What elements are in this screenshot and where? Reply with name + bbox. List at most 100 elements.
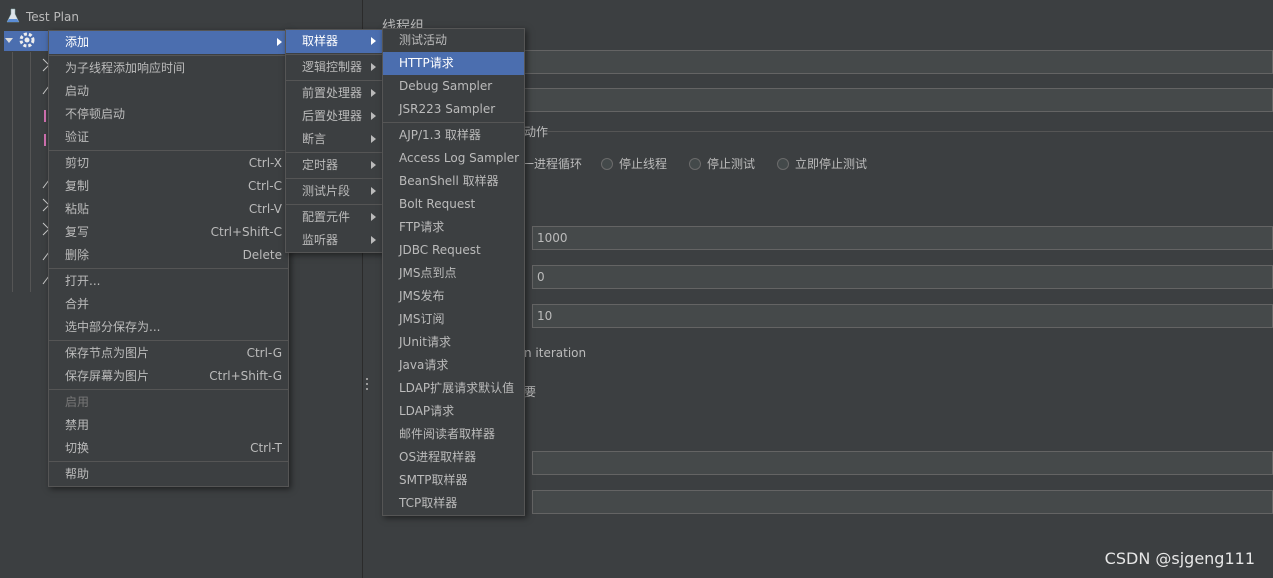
startup-delay-field[interactable] xyxy=(532,490,1273,514)
add-menu-item[interactable]: 测试片段 xyxy=(286,180,382,203)
menu-item-label: 选中部分保存为... xyxy=(65,320,161,334)
sampler-menu-item[interactable]: JMS订阅 xyxy=(383,308,524,331)
sampler-menu-item[interactable]: JUnit请求 xyxy=(383,331,524,354)
menu-item-label: 取样器 xyxy=(302,34,339,48)
menu-item-label: 监听器 xyxy=(302,233,339,247)
context-menu-item[interactable]: 选中部分保存为... xyxy=(49,316,288,339)
add-menu-item[interactable]: 配置元件 xyxy=(286,206,382,229)
menu-item-label: 逻辑控制器 xyxy=(302,60,363,74)
menu-item-label: 粘贴 xyxy=(65,202,90,216)
add-menu-item[interactable]: 断言 xyxy=(286,128,382,151)
sampler-menu-item[interactable]: LDAP扩展请求默认值 xyxy=(383,377,524,400)
watermark: CSDN @sjgeng111 xyxy=(1104,549,1255,568)
radio-option[interactable]: 停止测试 xyxy=(689,155,755,172)
menu-item-label: HTTP请求 xyxy=(399,56,454,70)
context-menu-item[interactable]: 禁用 xyxy=(49,414,288,437)
sampler-menu-item[interactable]: 测试活动 xyxy=(383,29,524,52)
sampler-menu-item[interactable]: AJP/1.3 取样器 xyxy=(383,124,524,147)
menu-item-label: 添加 xyxy=(65,35,90,49)
radio-label: 停止测试 xyxy=(707,157,756,171)
menu-separator xyxy=(49,389,288,390)
context-menu-item[interactable]: 验证 xyxy=(49,126,288,149)
sampler-menu-item[interactable]: Bolt Request xyxy=(383,193,524,216)
context-menu-item[interactable]: 为子线程添加响应时间 xyxy=(49,57,288,80)
sampler-menu-item[interactable]: JMS发布 xyxy=(383,285,524,308)
context-menu-item[interactable]: 启动 xyxy=(49,80,288,103)
delay-create-label: 要 xyxy=(524,385,537,399)
gear-icon xyxy=(18,31,36,52)
sampler-menu-item[interactable]: TCP取样器 xyxy=(383,492,524,515)
radio-label: 停止线程 xyxy=(619,157,668,171)
tree-root-label: Test Plan xyxy=(26,10,79,24)
radio-option[interactable]: 一进程循环 xyxy=(522,155,582,172)
context-menu-item[interactable]: 合并 xyxy=(49,293,288,316)
context-menu-item[interactable]: 保存屏幕为图片 Ctrl+Shift-G xyxy=(49,365,288,388)
submenu-arrow-icon xyxy=(371,135,376,143)
add-menu-item[interactable]: 取样器 xyxy=(286,30,382,53)
radio-button[interactable] xyxy=(689,157,701,170)
menu-item-label: JMS点到点 xyxy=(399,266,457,280)
sampler-menu-item[interactable]: Java请求 xyxy=(383,354,524,377)
context-menu: 添加 为子线程添加响应时间 启动 不停顿启动 验证 剪切 Ctrl-X 复制 Ctrl-C 粘贴 C… xyxy=(48,30,289,487)
ramp-up-field[interactable]: 0 xyxy=(532,265,1273,289)
add-menu-item[interactable]: 后置处理器 xyxy=(286,105,382,128)
menu-item-label: 启用 xyxy=(65,395,90,409)
sampler-menu-item[interactable]: JDBC Request xyxy=(383,239,524,262)
sampler-menu-item[interactable]: FTP请求 xyxy=(383,216,524,239)
context-menu-item[interactable]: 切换 Ctrl-T xyxy=(49,437,288,460)
sampler-menu-item[interactable]: JMS点到点 xyxy=(383,262,524,285)
loop-count-field[interactable]: 10 xyxy=(532,304,1273,328)
context-menu-item[interactable]: 添加 xyxy=(49,31,288,54)
name-field[interactable] xyxy=(522,50,1273,74)
menu-item-shortcut: Delete xyxy=(242,248,282,262)
sampler-menu-item[interactable]: SMTP取样器 xyxy=(383,469,524,492)
add-menu-item[interactable]: 定时器 xyxy=(286,154,382,177)
sampler-menu-item[interactable]: 邮件阅读者取样器 xyxy=(383,423,524,446)
context-menu-item[interactable]: 保存节点为图片 Ctrl-G xyxy=(49,342,288,365)
context-menu-item[interactable]: 删除 Delete xyxy=(49,244,288,267)
context-menu-item[interactable]: 复制 Ctrl-C xyxy=(49,175,288,198)
menu-item-label: 剪切 xyxy=(65,156,90,170)
sampler-menu-item[interactable]: OS进程取样器 xyxy=(383,446,524,469)
context-menu-item[interactable]: 启用 xyxy=(49,391,288,414)
sampler-menu-item[interactable]: HTTP请求 xyxy=(383,52,524,75)
menu-item-label: 不停顿启动 xyxy=(65,107,126,121)
add-menu-item[interactable]: 监听器 xyxy=(286,229,382,252)
context-menu-item[interactable]: 帮助 xyxy=(49,463,288,486)
menu-item-label: JSR223 Sampler xyxy=(399,102,496,116)
menu-item-label: 复写 xyxy=(65,225,90,239)
add-submenu: 取样器逻辑控制器前置处理器后置处理器断言定时器测试片段配置元件监听器 xyxy=(285,29,383,253)
menu-item-label: JDBC Request xyxy=(399,243,481,257)
menu-item-label: 帮助 xyxy=(65,467,90,481)
sampler-menu-item[interactable]: BeanShell 取样器 xyxy=(383,170,524,193)
sampler-menu-item[interactable]: Debug Sampler xyxy=(383,75,524,98)
add-menu-item[interactable]: 前置处理器 xyxy=(286,82,382,105)
context-menu-item[interactable]: 打开... xyxy=(49,270,288,293)
tree-item-thread-group[interactable] xyxy=(4,31,54,51)
radio-option[interactable]: 停止线程 xyxy=(601,155,667,172)
sampler-menu-item[interactable]: LDAP请求 xyxy=(383,400,524,423)
action-group-divider xyxy=(548,131,1273,132)
context-menu-item[interactable]: 不停顿启动 xyxy=(49,103,288,126)
radio-option[interactable]: 立即停止测试 xyxy=(777,155,867,172)
comment-field[interactable] xyxy=(522,88,1273,112)
expand-icon[interactable] xyxy=(4,34,14,48)
radio-button[interactable] xyxy=(601,157,613,170)
sampler-menu-item[interactable]: Access Log Sampler xyxy=(383,147,524,170)
menu-item-label: 后置处理器 xyxy=(302,109,363,123)
menu-separator xyxy=(286,54,382,55)
sampler-menu-item[interactable]: JSR223 Sampler xyxy=(383,98,524,121)
splitter-grip-icon[interactable] xyxy=(366,378,368,392)
context-menu-item[interactable]: 复写 Ctrl+Shift-C xyxy=(49,221,288,244)
menu-separator xyxy=(286,178,382,179)
add-menu-item[interactable]: 逻辑控制器 xyxy=(286,56,382,79)
radio-button[interactable] xyxy=(777,157,789,170)
context-menu-item[interactable]: 剪切 Ctrl-X xyxy=(49,152,288,175)
menu-separator xyxy=(49,55,288,56)
duration-field[interactable] xyxy=(532,451,1273,475)
menu-item-label: 邮件阅读者取样器 xyxy=(399,427,496,441)
tree-root-test-plan[interactable]: Test Plan xyxy=(6,8,79,26)
threads-field[interactable]: 1000 xyxy=(532,226,1273,250)
context-menu-item[interactable]: 粘贴 Ctrl-V xyxy=(49,198,288,221)
menu-item-shortcut: Ctrl+Shift-C xyxy=(210,225,282,239)
